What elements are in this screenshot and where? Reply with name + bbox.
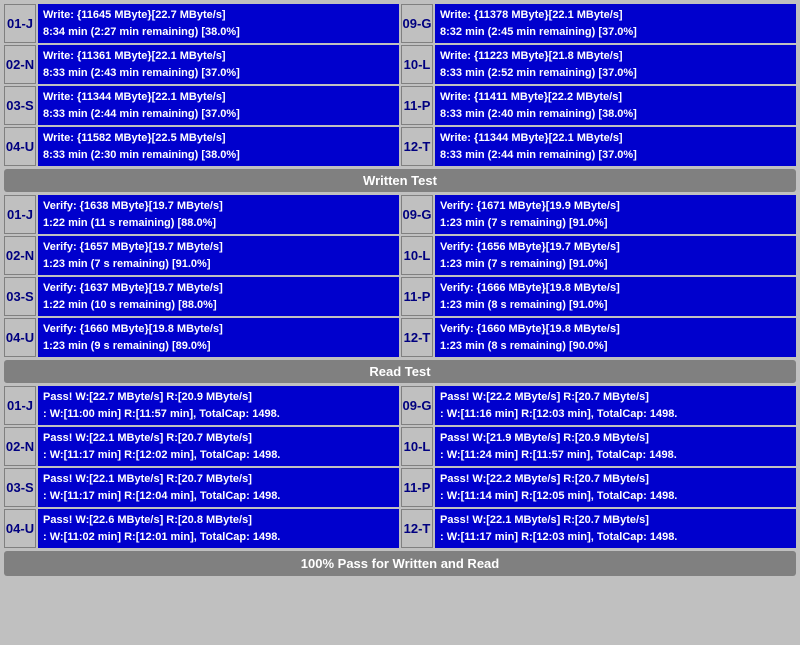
table-row: 03-SWrite: {11344 MByte}[22.1 MByte/s]8:…	[4, 86, 796, 125]
write-section: 01-JWrite: {11645 MByte}[22.7 MByte/s]8:…	[4, 4, 796, 166]
device-id-right: 11-P	[401, 468, 433, 507]
device-id-left: 02-N	[4, 427, 36, 466]
device-id-left: 01-J	[4, 4, 36, 43]
table-row: 01-JPass! W:[22.7 MByte/s] R:[20.9 MByte…	[4, 386, 796, 425]
device-id-left: 02-N	[4, 236, 36, 275]
cell-content-right: Verify: {1666 MByte}[19.8 MByte/s]1:23 m…	[435, 277, 796, 316]
cell-content-right: Write: {11344 MByte}[22.1 MByte/s]8:33 m…	[435, 127, 796, 166]
cell-content-right: Pass! W:[21.9 MByte/s] R:[20.9 MByte/s]:…	[435, 427, 796, 466]
cell-content-right: Verify: {1671 MByte}[19.9 MByte/s]1:23 m…	[435, 195, 796, 234]
cell-content-left: Write: {11344 MByte}[22.1 MByte/s]8:33 m…	[38, 86, 399, 125]
device-id-right: 09-G	[401, 4, 433, 43]
cell-content-left: Verify: {1638 MByte}[19.7 MByte/s]1:22 m…	[38, 195, 399, 234]
cell-content-right: Verify: {1660 MByte}[19.8 MByte/s]1:23 m…	[435, 318, 796, 357]
device-id-right: 12-T	[401, 318, 433, 357]
table-row: 04-UWrite: {11582 MByte}[22.5 MByte/s]8:…	[4, 127, 796, 166]
verify-section: 01-JVerify: {1638 MByte}[19.7 MByte/s]1:…	[4, 195, 796, 357]
device-id-left: 04-U	[4, 509, 36, 548]
table-row: 02-NPass! W:[22.1 MByte/s] R:[20.7 MByte…	[4, 427, 796, 466]
table-row: 04-UPass! W:[22.6 MByte/s] R:[20.8 MByte…	[4, 509, 796, 548]
table-row: 02-NWrite: {11361 MByte}[22.1 MByte/s]8:…	[4, 45, 796, 84]
device-id-right: 12-T	[401, 509, 433, 548]
cell-content-left: Verify: {1657 MByte}[19.7 MByte/s]1:23 m…	[38, 236, 399, 275]
cell-content-right: Write: {11378 MByte}[22.1 MByte/s]8:32 m…	[435, 4, 796, 43]
cell-content-right: Pass! W:[22.2 MByte/s] R:[20.7 MByte/s]:…	[435, 386, 796, 425]
cell-content-left: Pass! W:[22.7 MByte/s] R:[20.9 MByte/s]:…	[38, 386, 399, 425]
device-id-left: 03-S	[4, 468, 36, 507]
cell-content-right: Write: {11223 MByte}[21.8 MByte/s]8:33 m…	[435, 45, 796, 84]
cell-content-left: Write: {11582 MByte}[22.5 MByte/s]8:33 m…	[38, 127, 399, 166]
cell-content-left: Write: {11361 MByte}[22.1 MByte/s]8:33 m…	[38, 45, 399, 84]
cell-content-right: Write: {11411 MByte}[22.2 MByte/s]8:33 m…	[435, 86, 796, 125]
cell-content-left: Pass! W:[22.6 MByte/s] R:[20.8 MByte/s]:…	[38, 509, 399, 548]
cell-content-left: Verify: {1637 MByte}[19.7 MByte/s]1:22 m…	[38, 277, 399, 316]
pass-footer: 100% Pass for Written and Read	[4, 551, 796, 576]
cell-content-left: Write: {11645 MByte}[22.7 MByte/s]8:34 m…	[38, 4, 399, 43]
cell-content-right: Verify: {1656 MByte}[19.7 MByte/s]1:23 m…	[435, 236, 796, 275]
device-id-right: 11-P	[401, 86, 433, 125]
main-container: 01-JWrite: {11645 MByte}[22.7 MByte/s]8:…	[0, 0, 800, 580]
cell-content-right: Pass! W:[22.1 MByte/s] R:[20.7 MByte/s]:…	[435, 509, 796, 548]
device-id-left: 03-S	[4, 86, 36, 125]
device-id-left: 02-N	[4, 45, 36, 84]
cell-content-left: Pass! W:[22.1 MByte/s] R:[20.7 MByte/s]:…	[38, 427, 399, 466]
device-id-right: 10-L	[401, 236, 433, 275]
device-id-left: 01-J	[4, 386, 36, 425]
device-id-left: 03-S	[4, 277, 36, 316]
read-test-header: Read Test	[4, 360, 796, 383]
device-id-left: 01-J	[4, 195, 36, 234]
device-id-left: 04-U	[4, 318, 36, 357]
device-id-right: 12-T	[401, 127, 433, 166]
device-id-right: 11-P	[401, 277, 433, 316]
cell-content-right: Pass! W:[22.2 MByte/s] R:[20.7 MByte/s]:…	[435, 468, 796, 507]
device-id-right: 09-G	[401, 195, 433, 234]
table-row: 04-UVerify: {1660 MByte}[19.8 MByte/s]1:…	[4, 318, 796, 357]
table-row: 01-JVerify: {1638 MByte}[19.7 MByte/s]1:…	[4, 195, 796, 234]
device-id-right: 09-G	[401, 386, 433, 425]
device-id-left: 04-U	[4, 127, 36, 166]
device-id-right: 10-L	[401, 427, 433, 466]
pass-section: 01-JPass! W:[22.7 MByte/s] R:[20.9 MByte…	[4, 386, 796, 548]
written-test-header: Written Test	[4, 169, 796, 192]
table-row: 02-NVerify: {1657 MByte}[19.7 MByte/s]1:…	[4, 236, 796, 275]
device-id-right: 10-L	[401, 45, 433, 84]
table-row: 03-SVerify: {1637 MByte}[19.7 MByte/s]1:…	[4, 277, 796, 316]
cell-content-left: Pass! W:[22.1 MByte/s] R:[20.7 MByte/s]:…	[38, 468, 399, 507]
table-row: 01-JWrite: {11645 MByte}[22.7 MByte/s]8:…	[4, 4, 796, 43]
table-row: 03-SPass! W:[22.1 MByte/s] R:[20.7 MByte…	[4, 468, 796, 507]
cell-content-left: Verify: {1660 MByte}[19.8 MByte/s]1:23 m…	[38, 318, 399, 357]
